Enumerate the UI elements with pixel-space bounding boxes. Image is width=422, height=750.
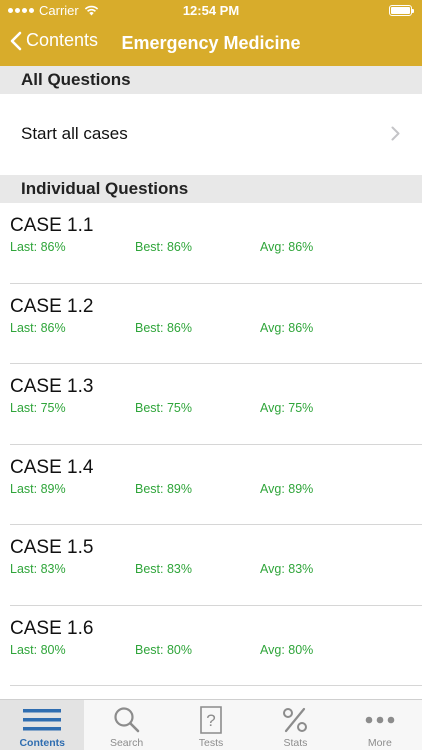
avg-score: Avg: 75% (260, 401, 314, 415)
case-title: CASE 1.6 (10, 617, 94, 639)
case-title: CASE 1.5 (10, 537, 94, 558)
chevron-right-icon (391, 126, 400, 141)
best-score: Best: 89% (135, 481, 192, 496)
status-bar: Carrier 12:54 PM (0, 0, 422, 22)
section-header-all: All Questions (0, 66, 422, 94)
case-title: CASE 1.1 (10, 215, 94, 236)
last-score: Last: 83% (10, 562, 66, 576)
search-icon (114, 707, 139, 733)
case-row[interactable]: CASE 1.5 Last: 83% Best: 83% Avg: 83% (0, 525, 422, 606)
case-row[interactable]: CASE 1.6 Last: 80% Best: 80% Avg: 80% (0, 606, 422, 686)
tab-bar: Contents Search ? Tests Stats More (0, 699, 422, 750)
navigation-bar: Contents Emergency Medicine (0, 22, 422, 66)
more-icon (365, 716, 395, 724)
avg-score: Avg: 89% (260, 481, 314, 496)
battery-icon (389, 5, 414, 16)
tab-tests[interactable]: ? Tests (169, 700, 253, 750)
last-score: Last: 89% (10, 481, 66, 496)
page-title: Emergency Medicine (121, 33, 301, 53)
tab-stats[interactable]: Stats (253, 700, 337, 750)
tab-label: Stats (283, 737, 308, 749)
case-title: CASE 1.4 (10, 456, 94, 478)
best-score: Best: 86% (135, 240, 192, 254)
tab-label: Contents (19, 737, 65, 749)
row-divider (10, 685, 422, 686)
question-icon: ? (200, 706, 222, 734)
best-score: Best: 83% (135, 562, 192, 576)
best-score: Best: 75% (135, 401, 192, 415)
percent-icon (283, 707, 308, 733)
section-header-individual: Individual Questions (0, 175, 422, 203)
avg-score: Avg: 83% (260, 562, 314, 576)
avg-score: Avg: 80% (260, 642, 314, 657)
case-row[interactable]: CASE 1.1 Last: 86% Best: 86% Avg: 86% (0, 203, 422, 284)
last-score: Last: 75% (10, 401, 66, 415)
case-title: CASE 1.2 (10, 295, 94, 317)
tab-more[interactable]: More (338, 700, 422, 750)
best-score: Best: 86% (135, 320, 192, 335)
best-score: Best: 80% (135, 642, 192, 657)
last-score: Last: 86% (10, 240, 66, 254)
last-score: Last: 86% (10, 320, 66, 335)
tab-label: More (367, 737, 392, 749)
case-row[interactable]: CASE 1.4 Last: 89% Best: 89% Avg: 89% (0, 445, 422, 525)
top-bar: Carrier 12:54 PM Contents Emergency Medi… (0, 0, 422, 66)
svg-text:?: ? (206, 711, 215, 730)
list-icon (23, 709, 62, 731)
case-list: CASE 1.1 Last: 86% Best: 86% Avg: 86% CA… (0, 203, 422, 686)
last-score: Last: 80% (10, 642, 66, 657)
start-all-cases-row[interactable]: Start all cases (0, 94, 422, 175)
clock: 12:54 PM (182, 3, 240, 18)
case-row[interactable]: CASE 1.3 Last: 75% Best: 75% Avg: 75% (0, 364, 422, 445)
case-row[interactable]: CASE 1.2 Last: 86% Best: 86% Avg: 86% (0, 284, 422, 364)
avg-score: Avg: 86% (260, 240, 314, 254)
tab-contents[interactable]: Contents (0, 700, 85, 750)
tab-label: Tests (198, 737, 224, 749)
avg-score: Avg: 86% (260, 320, 314, 335)
tab-label: Search (109, 737, 144, 749)
case-title: CASE 1.3 (10, 376, 94, 397)
tab-search[interactable]: Search (84, 700, 168, 750)
start-all-cases-label: Start all cases (21, 124, 128, 143)
